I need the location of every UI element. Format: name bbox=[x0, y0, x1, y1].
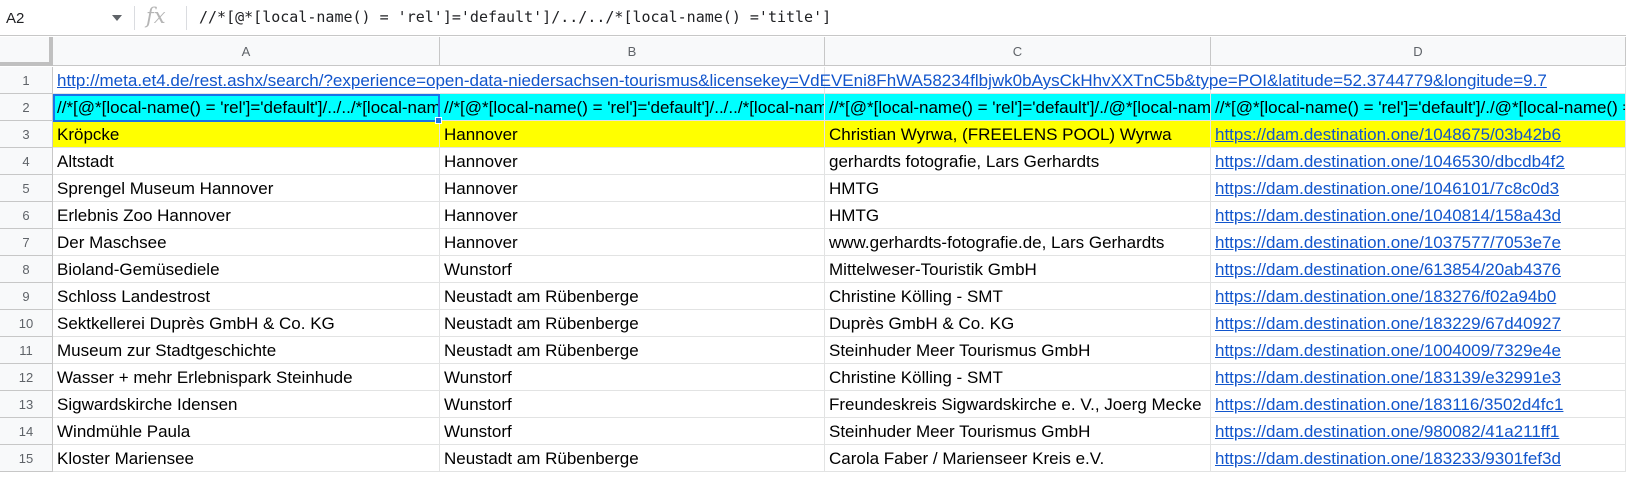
chevron-down-icon[interactable] bbox=[112, 15, 122, 21]
cell-b6[interactable]: Hannover bbox=[440, 202, 825, 229]
cell-d15[interactable]: https://dam.destination.one/183233/9301f… bbox=[1211, 445, 1626, 472]
cell-a14[interactable]: Windmühle Paula bbox=[53, 418, 440, 445]
column-header-a[interactable]: A bbox=[53, 37, 440, 66]
cell-c2[interactable]: //*[@*[local-name() = 'rel']='default']/… bbox=[825, 94, 1211, 121]
cell-d7[interactable]: https://dam.destination.one/1037577/7053… bbox=[1211, 229, 1626, 256]
row-header[interactable]: 6 bbox=[0, 202, 53, 229]
cell-a2[interactable]: //*[@*[local-name() = 'rel']='default']/… bbox=[53, 94, 440, 121]
cell-c11[interactable]: Steinhuder Meer Tourismus GmbH bbox=[825, 337, 1211, 364]
cell-d14[interactable]: https://dam.destination.one/980082/41a21… bbox=[1211, 418, 1626, 445]
column-header-d[interactable]: D bbox=[1211, 37, 1626, 66]
cell-b5[interactable]: Hannover bbox=[440, 175, 825, 202]
cell-d8[interactable]: https://dam.destination.one/613854/20ab4… bbox=[1211, 256, 1626, 283]
divider bbox=[134, 6, 135, 30]
row-header[interactable]: 11 bbox=[0, 337, 53, 364]
cell-b8[interactable]: Wunstorf bbox=[440, 256, 825, 283]
row-header[interactable]: 14 bbox=[0, 418, 53, 445]
cell-c12[interactable]: Christine Kölling - SMT bbox=[825, 364, 1211, 391]
fx-icon: fx bbox=[146, 4, 166, 28]
cell-c13[interactable]: Freundeskreis Sigwardskirche e. V., Joer… bbox=[825, 391, 1211, 418]
cell-a15[interactable]: Kloster Mariensee bbox=[53, 445, 440, 472]
cell-c3[interactable]: Christian Wyrwa, (FREELENS POOL) Wyrwa bbox=[825, 121, 1211, 148]
cell-c9[interactable]: Christine Kölling - SMT bbox=[825, 283, 1211, 310]
cell-b7[interactable]: Hannover bbox=[440, 229, 825, 256]
name-box-value: A2 bbox=[6, 9, 25, 27]
cell-b4[interactable]: Hannover bbox=[440, 148, 825, 175]
cell-a11[interactable]: Museum zur Stadtgeschichte bbox=[53, 337, 440, 364]
name-box[interactable]: A2 bbox=[0, 4, 128, 32]
cell-a13[interactable]: Sigwardskirche Idensen bbox=[53, 391, 440, 418]
cell-d4[interactable]: https://dam.destination.one/1046530/dbcd… bbox=[1211, 148, 1626, 175]
column-header-b[interactable]: B bbox=[440, 37, 825, 66]
cell-c4[interactable]: gerhardts fotografie, Lars Gerhardts bbox=[825, 148, 1211, 175]
cell-a5[interactable]: Sprengel Museum Hannover bbox=[53, 175, 440, 202]
cell-c14[interactable]: Steinhuder Meer Tourismus GmbH bbox=[825, 418, 1211, 445]
cell-d3[interactable]: https://dam.destination.one/1048675/03b4… bbox=[1211, 121, 1626, 148]
fill-handle[interactable] bbox=[435, 117, 442, 124]
cell-c6[interactable]: HMTG bbox=[825, 202, 1211, 229]
divider bbox=[186, 6, 187, 30]
cell-a3[interactable]: Kröpcke bbox=[53, 121, 440, 148]
cell-d12[interactable]: https://dam.destination.one/183139/e3299… bbox=[1211, 364, 1626, 391]
cell-a9[interactable]: Schloss Landestrost bbox=[53, 283, 440, 310]
cell-c15[interactable]: Carola Faber / Marienseer Kreis e.V. bbox=[825, 445, 1211, 472]
cell-b13[interactable]: Wunstorf bbox=[440, 391, 825, 418]
cell-d11[interactable]: https://dam.destination.one/1004009/7329… bbox=[1211, 337, 1626, 364]
row-header[interactable]: 15 bbox=[0, 445, 53, 472]
cell-c10[interactable]: Duprès GmbH & Co. KG bbox=[825, 310, 1211, 337]
cell-b12[interactable]: Wunstorf bbox=[440, 364, 825, 391]
column-header-c[interactable]: C bbox=[825, 37, 1211, 66]
cell-a7[interactable]: Der Maschsee bbox=[53, 229, 440, 256]
row-header[interactable]: 4 bbox=[0, 148, 53, 175]
cell-d2[interactable]: //*[@*[local-name() = 'rel']='default']/… bbox=[1211, 94, 1626, 121]
row-header[interactable]: 10 bbox=[0, 310, 53, 337]
cell-a1[interactable]: http://meta.et4.de/rest.ashx/search/?exp… bbox=[53, 67, 1547, 94]
row-header[interactable]: 9 bbox=[0, 283, 53, 310]
row-header[interactable]: 12 bbox=[0, 364, 53, 391]
row-header[interactable]: 5 bbox=[0, 175, 53, 202]
cell-a6[interactable]: Erlebnis Zoo Hannover bbox=[53, 202, 440, 229]
cell-b9[interactable]: Neustadt am Rübenberge bbox=[440, 283, 825, 310]
row-header[interactable]: 8 bbox=[0, 256, 53, 283]
cell-c8[interactable]: Mittelweser-Touristik GmbH bbox=[825, 256, 1211, 283]
cell-d13[interactable]: https://dam.destination.one/183116/3502d… bbox=[1211, 391, 1626, 418]
cell-a4[interactable]: Altstadt bbox=[53, 148, 440, 175]
cell-a10[interactable]: Sektkellerei Duprès GmbH & Co. KG bbox=[53, 310, 440, 337]
cell-b2[interactable]: //*[@*[local-name() = 'rel']='default']/… bbox=[440, 94, 825, 121]
formula-bar: A2 fx //*[@*[local-name() = 'rel']='defa… bbox=[0, 0, 1626, 36]
cell-d9[interactable]: https://dam.destination.one/183276/f02a9… bbox=[1211, 283, 1626, 310]
cell-a12[interactable]: Wasser + mehr Erlebnispark Steinhude bbox=[53, 364, 440, 391]
row-header[interactable]: 7 bbox=[0, 229, 53, 256]
cell-d10[interactable]: https://dam.destination.one/183229/67d40… bbox=[1211, 310, 1626, 337]
cell-d5[interactable]: https://dam.destination.one/1046101/7c8c… bbox=[1211, 175, 1626, 202]
cell-c5[interactable]: HMTG bbox=[825, 175, 1211, 202]
cell-b14[interactable]: Wunstorf bbox=[440, 418, 825, 445]
cell-b11[interactable]: Neustadt am Rübenberge bbox=[440, 337, 825, 364]
cell-b15[interactable]: Neustadt am Rübenberge bbox=[440, 445, 825, 472]
cell-b3[interactable]: Hannover bbox=[440, 121, 825, 148]
row-header[interactable]: 3 bbox=[0, 121, 53, 148]
cell-c7[interactable]: www.gerhardts-fotografie.de, Lars Gerhar… bbox=[825, 229, 1211, 256]
cell-b10[interactable]: Neustadt am Rübenberge bbox=[440, 310, 825, 337]
cell-a8[interactable]: Bioland-Gemüsediele bbox=[53, 256, 440, 283]
row-header[interactable]: 13 bbox=[0, 391, 53, 418]
cell-d6[interactable]: https://dam.destination.one/1040814/158a… bbox=[1211, 202, 1626, 229]
row-header[interactable]: 1 bbox=[0, 67, 53, 94]
formula-input[interactable]: //*[@*[local-name() = 'rel']='default']/… bbox=[199, 8, 831, 26]
select-all-corner[interactable] bbox=[0, 37, 53, 66]
row-header[interactable]: 2 bbox=[0, 94, 53, 121]
